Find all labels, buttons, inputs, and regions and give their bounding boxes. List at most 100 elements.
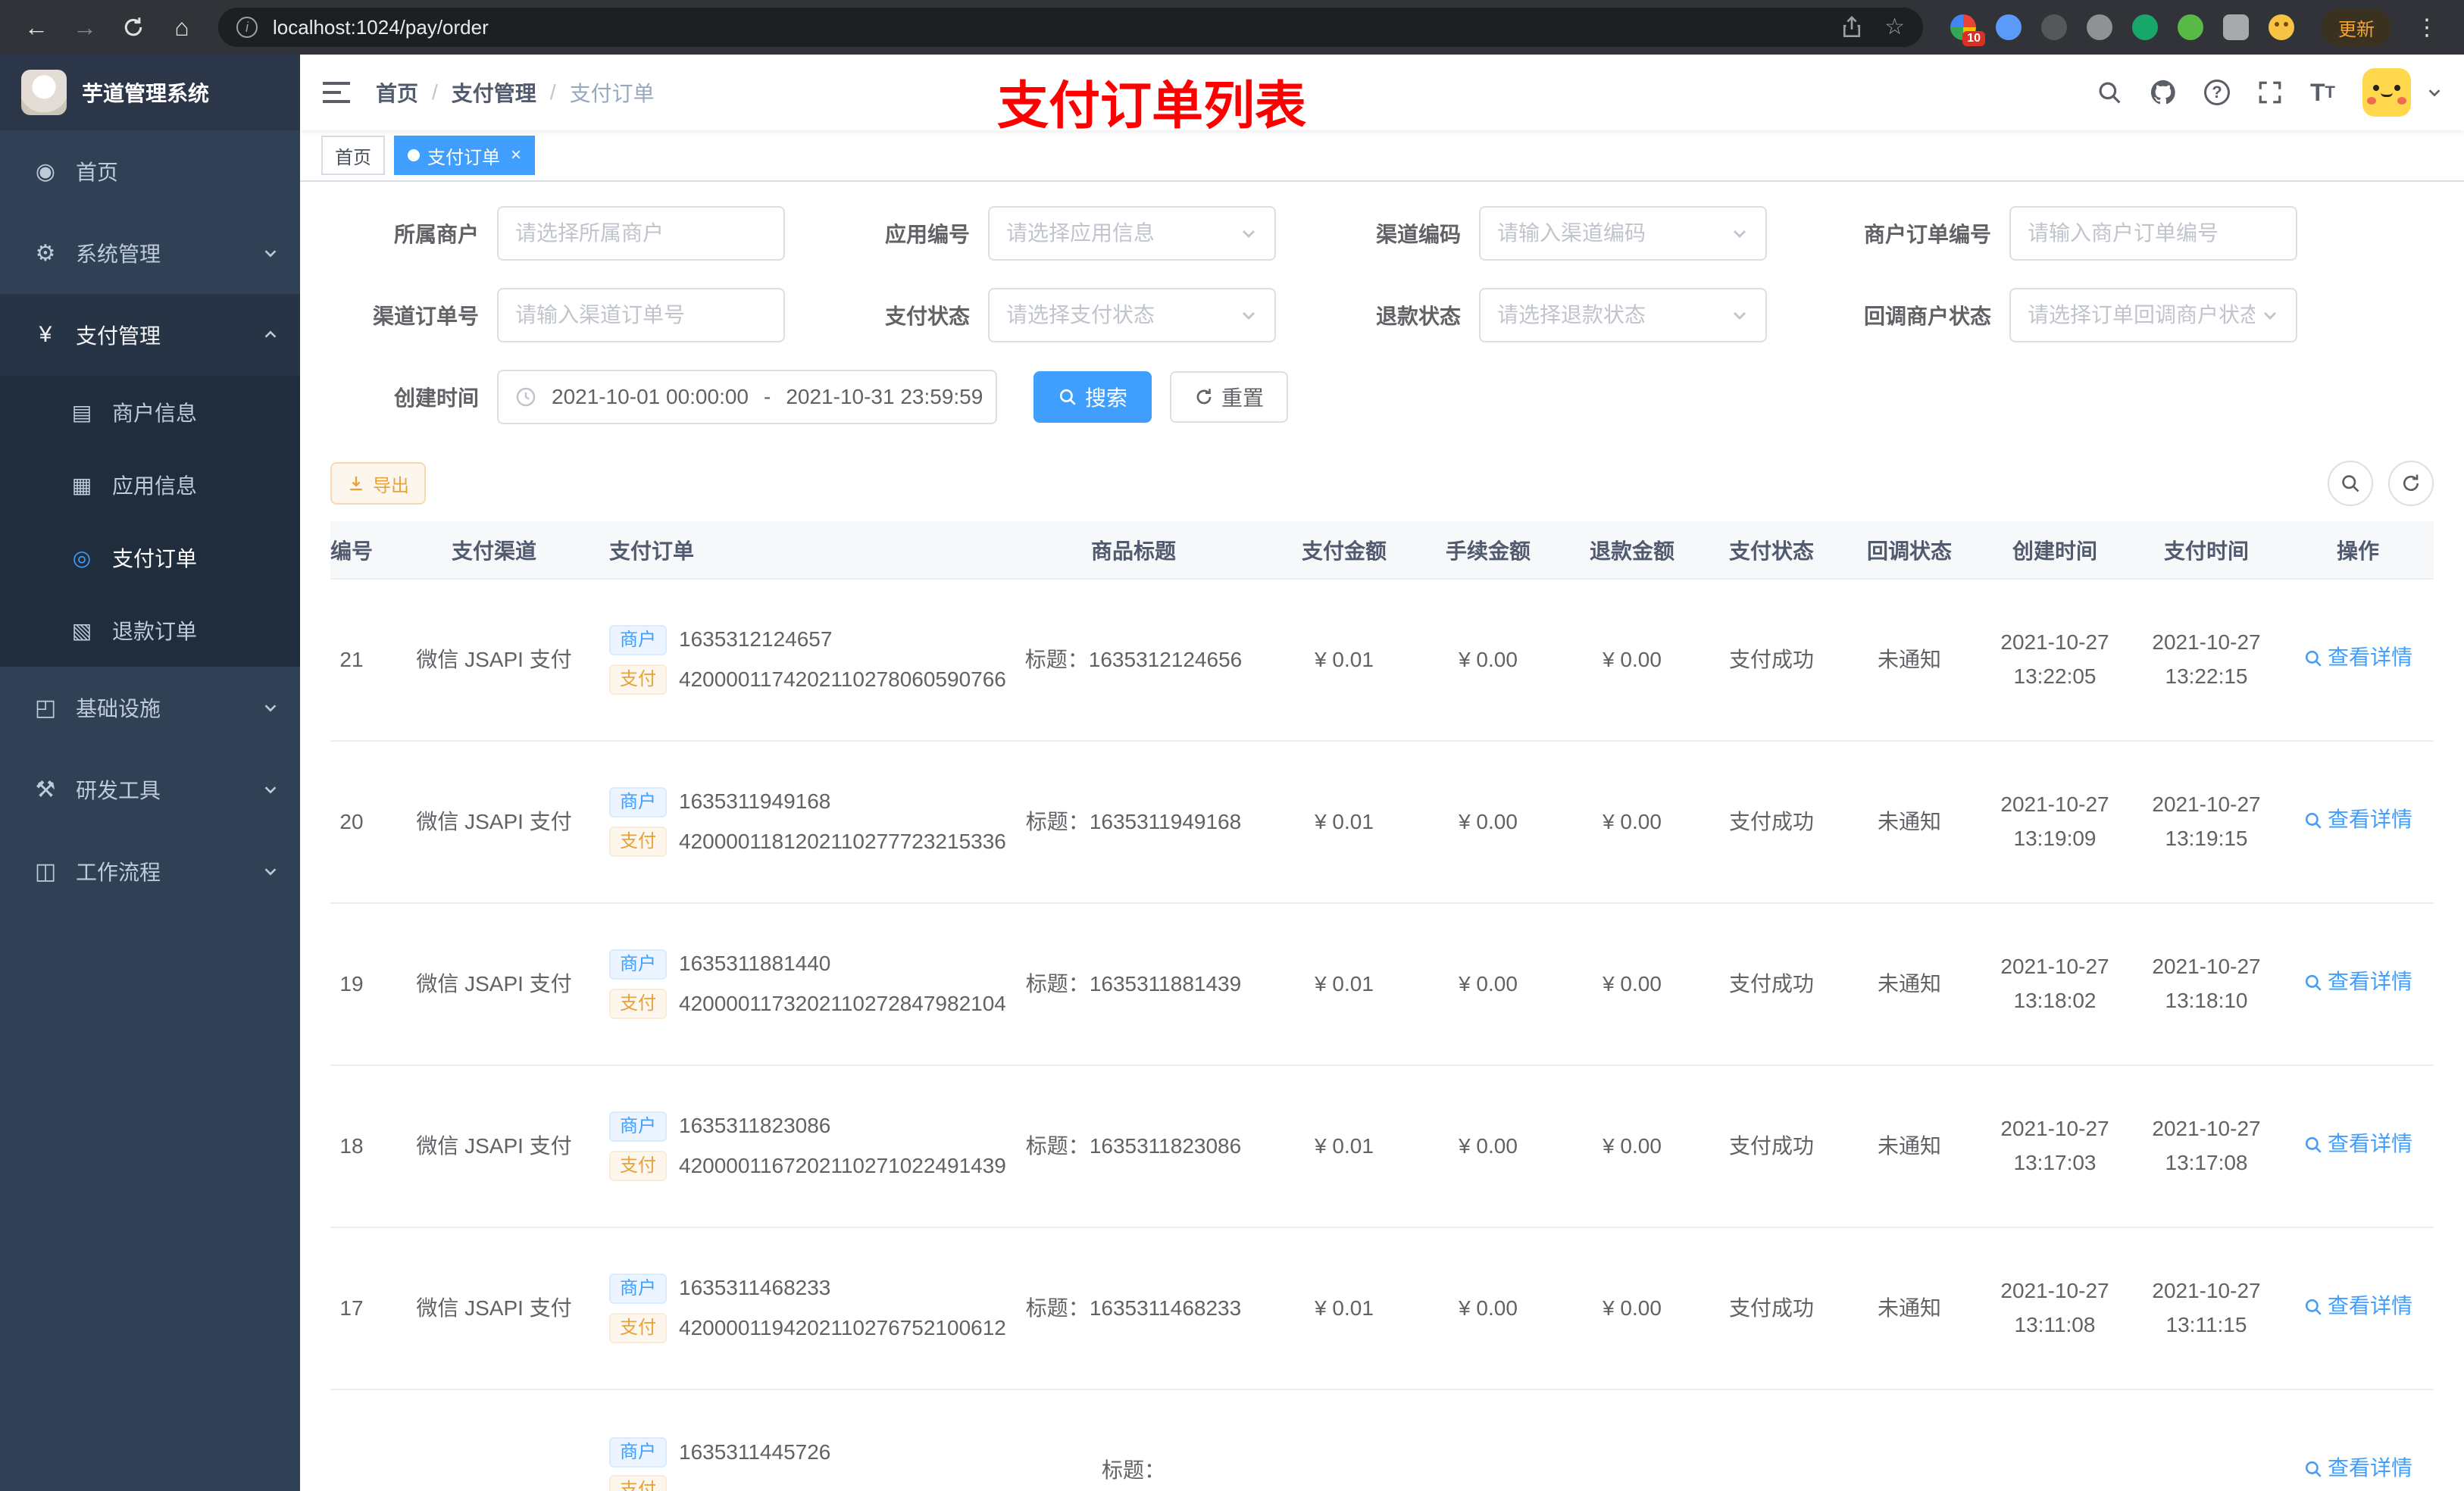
back-button[interactable]: ←: [15, 6, 58, 48]
sidebar-logo[interactable]: 芋道管理系统: [0, 55, 300, 130]
breadcrumb-current: 支付订单: [569, 82, 655, 105]
merchant-order-input[interactable]: [2028, 221, 2279, 245]
hamburger-icon[interactable]: [321, 80, 352, 105]
channel-code-input[interactable]: [1497, 221, 1724, 245]
share-icon[interactable]: [1840, 16, 1863, 39]
reload-button[interactable]: [112, 6, 155, 48]
merchant-select[interactable]: [497, 206, 785, 261]
forward-button[interactable]: →: [64, 6, 106, 48]
table-search-toggle-button[interactable]: [2328, 461, 2373, 506]
cell-action: 查看详情: [2282, 903, 2434, 1066]
table-refresh-button[interactable]: [2388, 461, 2434, 506]
avatar[interactable]: [2362, 68, 2411, 117]
view-detail-link[interactable]: 查看详情: [2303, 1127, 2412, 1161]
sidebar-item-pay-order[interactable]: ◎ 支付订单: [0, 521, 300, 594]
cell-action: 查看详情: [2282, 579, 2434, 742]
merchant-tag: 商户: [609, 624, 667, 655]
sidebar-item-payment[interactable]: ¥ 支付管理: [0, 294, 300, 376]
table-row: 商户 1635311445726 支付 标题： 查看详情: [330, 1389, 2434, 1491]
cell-notify-status: 未通知: [1840, 741, 1979, 904]
help-icon[interactable]: ?: [2204, 80, 2230, 105]
channel-order-input[interactable]: [515, 303, 767, 327]
tab-active-dot: [408, 149, 420, 161]
sidebar-item-refund-order[interactable]: ▧ 退款订单: [0, 594, 300, 667]
cell-channel: 微信 JSAPI 支付: [400, 1227, 588, 1390]
tab-home[interactable]: 首页: [321, 136, 385, 175]
search-icon[interactable]: [2097, 80, 2122, 105]
cell-id: [330, 1389, 400, 1491]
chevron-down-icon: [1240, 224, 1258, 242]
merchant-tag: 商户: [609, 1436, 667, 1468]
cell-created-time: 2021-10-27 13:22:05: [1979, 579, 2131, 742]
cell-created-time: 2021-10-27 13:18:02: [1979, 903, 2131, 1066]
refund-status-input[interactable]: [1497, 303, 1724, 327]
profile-face-icon[interactable]: [2269, 14, 2294, 40]
merchant-order-no: 1635311949168: [679, 789, 831, 814]
app-select-input[interactable]: [1006, 221, 1234, 245]
extension-icon[interactable]: [1996, 14, 2022, 40]
table-toolbar: 导出: [300, 461, 2464, 506]
pay-status-input[interactable]: [1006, 303, 1234, 327]
cell-pay-order: 商户 1635311468233 支付 42000011942021102767…: [588, 1227, 1006, 1390]
update-button[interactable]: 更新: [2322, 8, 2391, 47]
date-range-input[interactable]: 2021-10-01 00:00:00 - 2021-10-31 23:59:5…: [497, 370, 997, 424]
column-header: 支付金额: [1273, 521, 1415, 580]
channel-order-field[interactable]: [497, 288, 785, 342]
sidebar-item-merchant-info[interactable]: ▤ 商户信息: [0, 376, 300, 449]
view-detail-link[interactable]: 查看详情: [2303, 1289, 2412, 1324]
address-bar[interactable]: i localhost:1024/pay/order ☆: [218, 8, 1923, 47]
refresh-icon: [2403, 474, 2419, 491]
home-button[interactable]: ⌂: [161, 6, 203, 48]
sidebar-item-workflow[interactable]: ◫ 工作流程: [0, 830, 300, 912]
bookmark-star-icon[interactable]: ☆: [1884, 16, 1905, 39]
merchant-order-field[interactable]: [2009, 206, 2297, 261]
merchant-select-input[interactable]: [515, 221, 767, 245]
search-button[interactable]: 搜索: [1033, 371, 1152, 423]
puzzle-extension-icon[interactable]: [2223, 14, 2249, 40]
breadcrumb-pay-manage[interactable]: 支付管理: [452, 77, 536, 108]
github-icon[interactable]: [2150, 79, 2177, 106]
card-icon: ▤: [71, 400, 92, 424]
extension-icon[interactable]: [2087, 14, 2112, 40]
font-size-icon[interactable]: TT: [2310, 80, 2335, 105]
tab-pay-order[interactable]: 支付订单 ×: [394, 136, 536, 175]
refund-status-select[interactable]: [1479, 288, 1767, 342]
sidebar-item-dev-tools[interactable]: ⚒ 研发工具: [0, 749, 300, 830]
tab-close-icon[interactable]: ×: [511, 145, 521, 166]
sidebar-item-home[interactable]: ◉ 首页: [0, 130, 300, 212]
site-info-icon[interactable]: i: [236, 17, 258, 38]
sidebar-item-system[interactable]: ⚙ 系统管理: [0, 212, 300, 294]
sidebar-item-app-info[interactable]: ▦ 应用信息: [0, 449, 300, 521]
callback-status-input[interactable]: [2028, 303, 2255, 327]
cell-refund: [1561, 1389, 1703, 1491]
view-detail-link[interactable]: 查看详情: [2303, 965, 2412, 999]
field-label: 回调商户状态: [1863, 305, 1991, 328]
view-detail-link[interactable]: 查看详情: [2303, 641, 2412, 675]
breadcrumb-home[interactable]: 首页: [376, 77, 418, 108]
merchant-order-no: 1635311468233: [679, 1276, 831, 1300]
export-button[interactable]: 导出: [330, 462, 426, 505]
sidebar-item-label: 研发工具: [76, 779, 161, 802]
column-header: 支付订单: [588, 521, 994, 580]
view-detail-link[interactable]: 查看详情: [2303, 1452, 2412, 1486]
fullscreen-icon[interactable]: [2257, 80, 2283, 105]
reset-button[interactable]: 重置: [1170, 371, 1289, 423]
callback-status-select[interactable]: [2009, 288, 2297, 342]
table-row: 20 微信 JSAPI 支付 商户 1635311949168 支付 42000…: [330, 741, 2434, 904]
browser-menu-icon[interactable]: ⋮: [2406, 14, 2449, 41]
field-label: 商户订单编号: [1863, 223, 1991, 246]
extension-icon[interactable]: [2132, 14, 2158, 40]
sidebar-item-infrastructure[interactable]: ◰ 基础设施: [0, 667, 300, 749]
sidebar-item-label: 支付管理: [76, 324, 161, 348]
extension-icon[interactable]: 10: [1950, 14, 1985, 46]
view-detail-link[interactable]: 查看详情: [2303, 803, 2412, 837]
pay-tag: 支付: [609, 1313, 667, 1344]
chevron-down-icon: [262, 781, 279, 798]
monitor-icon: ◰: [34, 695, 57, 720]
caret-down-icon[interactable]: [2426, 84, 2443, 101]
extension-icon[interactable]: [2178, 14, 2203, 40]
app-select[interactable]: [988, 206, 1276, 261]
channel-code-select[interactable]: [1479, 206, 1767, 261]
pay-status-select[interactable]: [988, 288, 1276, 342]
extension-icon[interactable]: [2041, 14, 2067, 40]
